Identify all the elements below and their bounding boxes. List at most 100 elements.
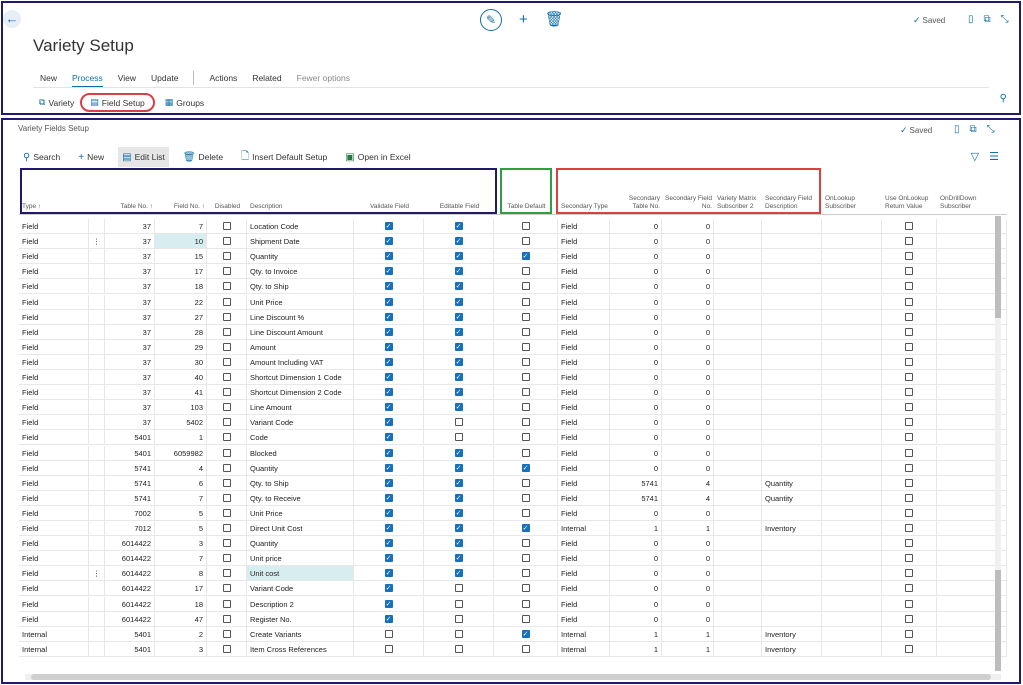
cell-type[interactable]: Field [19, 234, 89, 250]
cell-field[interactable]: 27 [155, 309, 207, 325]
cell-field[interactable]: 3 [155, 536, 207, 552]
cell-table[interactable]: 37 [105, 370, 155, 385]
cell-vms2[interactable] [714, 370, 762, 385]
checkbox[interactable] [521, 584, 530, 593]
cell-tabledefault[interactable] [494, 611, 558, 627]
cell-secdesc[interactable]: Inventory [762, 641, 822, 657]
cell-editable[interactable] [424, 430, 494, 446]
cell-table[interactable]: 6014422 [105, 551, 155, 567]
cell-onlookup[interactable] [822, 566, 882, 582]
cell-secfield[interactable]: 4 [662, 475, 714, 491]
cell-sectable[interactable]: 0 [610, 354, 662, 370]
cell-onlookup[interactable] [822, 400, 882, 416]
cell-table[interactable]: 37 [105, 249, 155, 265]
cell-desc[interactable]: Amount Including VAT [247, 354, 354, 370]
cell-useonlookup[interactable] [882, 294, 937, 310]
cell-sectable[interactable]: 0 [610, 294, 662, 310]
cell-vms2[interactable] [714, 324, 762, 340]
cell-sectable[interactable]: 0 [610, 249, 662, 265]
cell-type[interactable]: Field [19, 611, 89, 627]
checkbox[interactable] [905, 478, 913, 487]
checkbox[interactable] [454, 644, 463, 653]
cell-vms2[interactable] [714, 294, 762, 310]
cell-field[interactable]: 7 [155, 551, 207, 567]
cell-sectype[interactable]: Field [558, 370, 610, 385]
checkbox[interactable] [521, 282, 530, 291]
cell-validate[interactable]: ✓ [354, 475, 424, 491]
cell-useonlookup[interactable] [882, 400, 937, 416]
cell-vms2[interactable] [714, 385, 762, 401]
cell-onlookup[interactable] [822, 279, 882, 295]
cell-table[interactable]: 5401 [105, 641, 155, 657]
cell-secdesc[interactable] [762, 354, 822, 370]
table-row[interactable]: Field 6014422 3 Quantity ✓ ✓ Field 0 0 [19, 536, 1007, 552]
checkbox[interactable] [521, 373, 530, 382]
cell-sectype[interactable]: Field [558, 400, 610, 416]
cell-editable[interactable]: ✓ [424, 309, 494, 325]
cell-table[interactable]: 37 [105, 279, 155, 295]
vertical-scrollbar[interactable] [995, 216, 1001, 671]
cell-onlookup[interactable] [822, 505, 882, 521]
checkbox[interactable]: ✓ [384, 478, 393, 487]
cell-table[interactable]: 37 [105, 385, 155, 401]
cell-useonlookup[interactable] [882, 641, 937, 657]
cell-vms2[interactable] [714, 551, 762, 567]
cell-validate[interactable]: ✓ [354, 445, 424, 461]
cell-editable[interactable]: ✓ [424, 445, 494, 461]
cell-disabled[interactable] [207, 385, 247, 401]
cell-disabled[interactable] [207, 505, 247, 521]
cell-editable[interactable]: ✓ [424, 279, 494, 295]
cell-sectable[interactable]: 0 [610, 536, 662, 552]
table-row[interactable]: Field 6014422 18 Description 2 ✓ Field 0 0 [19, 596, 1007, 612]
checkbox[interactable] [905, 539, 913, 548]
checkbox[interactable] [222, 237, 231, 246]
cell-drag[interactable] [89, 415, 105, 431]
cell-sectable[interactable]: 0 [610, 385, 662, 401]
table-row[interactable]: Internal 5401 2 Create Variants ✓ Internal 1 1 I… [19, 626, 1007, 642]
cell-desc[interactable]: Qty. to Ship [247, 475, 354, 491]
cell-disabled[interactable] [207, 490, 247, 506]
cell-vms2[interactable] [714, 596, 762, 612]
checkbox[interactable] [521, 222, 530, 231]
cell-secfield[interactable]: 0 [662, 264, 714, 280]
checkbox[interactable]: ✓ [454, 342, 463, 351]
cell-editable[interactable] [424, 641, 494, 657]
cell-disabled[interactable] [207, 430, 247, 446]
cell-secfield[interactable]: 0 [662, 551, 714, 567]
checkbox[interactable] [905, 388, 913, 397]
cell-field[interactable]: 8 [155, 566, 207, 582]
cell-sectable[interactable]: 0 [610, 415, 662, 431]
cell-desc[interactable]: Line Discount Amount [247, 324, 354, 340]
collapse-icon[interactable]: ⤡ [1001, 14, 1009, 25]
cell-secdesc[interactable] [762, 249, 822, 265]
checkbox[interactable] [521, 433, 530, 442]
cell-disabled[interactable] [207, 400, 247, 416]
cell-secdesc[interactable] [762, 551, 822, 567]
cell-secfield[interactable]: 0 [662, 505, 714, 521]
checkbox[interactable]: ✓ [384, 327, 393, 336]
cell-secfield[interactable]: 0 [662, 460, 714, 476]
cell-sectable[interactable]: 0 [610, 309, 662, 325]
checkbox[interactable]: ✓ [384, 493, 393, 502]
cell-sectable[interactable]: 0 [610, 430, 662, 446]
cell-field[interactable]: 28 [155, 324, 207, 340]
cell-disabled[interactable] [207, 475, 247, 491]
cell-drag[interactable] [89, 430, 105, 446]
checkbox[interactable] [905, 629, 913, 638]
cell-onlookup[interactable] [822, 309, 882, 325]
checkbox[interactable]: ✓ [454, 267, 463, 276]
cell-validate[interactable]: ✓ [354, 521, 424, 536]
list-view-icon[interactable]: ☰ [989, 150, 999, 163]
cell-validate[interactable]: ✓ [354, 596, 424, 612]
menu-update[interactable]: Update [151, 73, 178, 83]
cell-desc[interactable]: Variant Code [247, 581, 354, 597]
checkbox[interactable] [454, 629, 463, 638]
cell-secfield[interactable]: 0 [662, 611, 714, 627]
cell-field[interactable]: 10 [155, 234, 207, 250]
cell-type[interactable]: Field [19, 385, 89, 401]
cell-tabledefault[interactable] [494, 309, 558, 325]
table-row[interactable]: Field 5741 7 Qty. to Receive ✓ ✓ Field 5741 4 Qua… [19, 490, 1007, 506]
cell-tabledefault[interactable] [494, 505, 558, 521]
row-menu-icon[interactable]: ⋮ [89, 566, 105, 582]
cell-secfield[interactable]: 1 [662, 521, 714, 536]
